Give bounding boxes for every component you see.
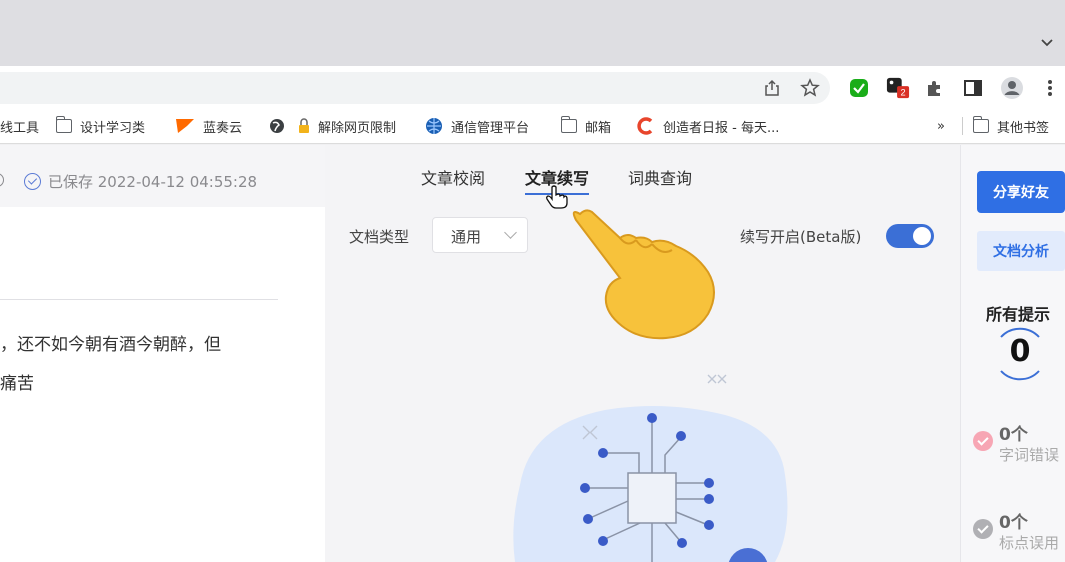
bookmark-item[interactable]: 线工具	[0, 115, 39, 137]
profile-icon[interactable]	[1000, 76, 1024, 100]
extension-green-icon[interactable]	[847, 76, 871, 100]
share-icon[interactable]	[760, 76, 784, 100]
stat-punctuation-errors[interactable]: 0个 标点误用	[973, 513, 1059, 553]
toggle-knob	[913, 227, 931, 245]
globe-icon	[270, 119, 284, 133]
tab-proofread[interactable]: 文章校阅	[421, 165, 485, 193]
stat-count: 0个	[999, 425, 1028, 445]
bookmark-folder[interactable]: 设计学习类	[55, 115, 146, 137]
bookmarks-bar: 线工具 设计学习类 蓝奏云 解除网页限制 通信管理平台 邮箱 创造者日报 - 每…	[0, 108, 1065, 144]
badge-count: 2	[901, 87, 906, 97]
check-circle-icon	[24, 173, 41, 190]
stat-label: 字词错误	[999, 446, 1060, 464]
puzzle-icon[interactable]	[923, 76, 947, 100]
folder-icon	[972, 116, 989, 133]
c-logo-icon	[637, 117, 653, 135]
stat-label: 标点误用	[999, 534, 1060, 552]
bookmark-item[interactable]: 解除网页限制	[298, 115, 396, 137]
folder-icon	[560, 116, 577, 133]
bookmark-label: 邮箱	[585, 120, 612, 136]
bookmarks-overflow-button[interactable]: »	[937, 115, 945, 137]
bookmark-item[interactable]: 创造者日报 - 每天...	[637, 115, 779, 137]
bookmark-label: 蓝奏云	[203, 120, 243, 136]
assistant-tabs: 文章校阅 文章续写 词典查询	[325, 165, 960, 195]
more-icon[interactable]	[1038, 76, 1062, 100]
globe-blue-icon	[426, 118, 442, 134]
bookmark-label: 通信管理平台	[451, 120, 530, 136]
chevron-down-icon[interactable]	[1039, 34, 1055, 50]
bookmark-item[interactable]: 通信管理平台	[425, 115, 529, 137]
saved-timestamp: 已保存 2022-04-12 04:55:28	[48, 173, 258, 191]
tab-strip	[0, 0, 1065, 66]
folder-icon	[55, 116, 72, 133]
bookmark-label: 其他书签	[997, 120, 1050, 136]
bookmarks-divider	[962, 117, 963, 135]
editor-text-line[interactable]: 痛苦	[0, 369, 34, 394]
check-dot-icon	[973, 431, 993, 451]
bookmark-label: 设计学习类	[80, 120, 146, 136]
ai-chip-illustration	[513, 374, 788, 562]
check-dot-icon	[973, 519, 993, 539]
bookmark-folder[interactable]: 邮箱	[560, 115, 612, 137]
editor-text-line[interactable]: ，还不如今朝有酒今朝醉，但	[0, 330, 221, 355]
page-content: ，还不如今朝有酒今朝醉，但 痛苦 已保存 2022-04-12 04:55:28…	[0, 145, 1065, 562]
editor-panel[interactable]: ，还不如今朝有酒今朝醉，但 痛苦	[0, 207, 325, 562]
bookmark-label: 线工具	[0, 120, 40, 136]
all-hints-title: 所有提示	[986, 305, 1051, 324]
right-sidebar: 分享好友 文档分析 所有提示 0 0个 字词错误 0个 标点误用	[960, 145, 1065, 562]
extension-red-badge-icon[interactable]: 2	[886, 76, 910, 100]
continue-writing-label: 续写开启(Beta版)	[740, 228, 862, 246]
document-analysis-button[interactable]: 文档分析	[977, 231, 1065, 271]
browser-window: 2 线工具 设计学习类 蓝奏云 解除网页限制 通信管理平台 邮箱 创造者日报 -…	[0, 0, 1065, 562]
bookmark-label: 解除网页限制	[318, 120, 397, 136]
share-button[interactable]: 分享好友	[977, 171, 1065, 213]
stat-word-errors[interactable]: 0个 字词错误	[973, 425, 1059, 465]
title-divider	[0, 299, 278, 300]
doctype-value: 通用	[451, 228, 482, 246]
pointing-hand-icon	[572, 209, 715, 340]
tab-dictionary[interactable]: 词典查询	[628, 165, 692, 193]
sparkle-icon	[707, 374, 727, 384]
bookmark-item[interactable]	[269, 115, 285, 137]
lock-icon	[299, 118, 309, 133]
chevron-down-icon	[504, 226, 517, 239]
bookmark-label: 创造者日报 - 每天...	[663, 120, 780, 136]
stat-count: 0个	[999, 513, 1028, 533]
url-field[interactable]	[0, 72, 830, 104]
back-circle-icon[interactable]	[0, 173, 4, 187]
side-panel-icon[interactable]	[961, 76, 985, 100]
continue-writing-toggle[interactable]	[886, 224, 934, 248]
hand-cursor-icon	[546, 185, 568, 209]
address-bar-row: 2	[0, 66, 1065, 108]
flag-icon	[176, 119, 194, 133]
doctype-select[interactable]: 通用	[432, 217, 528, 253]
hints-count: 0	[1009, 334, 1031, 369]
star-icon[interactable]	[798, 76, 822, 100]
doctype-label: 文档类型	[349, 228, 410, 246]
save-status: 已保存 2022-04-12 04:55:28	[24, 171, 257, 192]
other-bookmarks-folder[interactable]: 其他书签	[972, 115, 1050, 137]
bookmark-item[interactable]: 蓝奏云	[175, 115, 242, 137]
